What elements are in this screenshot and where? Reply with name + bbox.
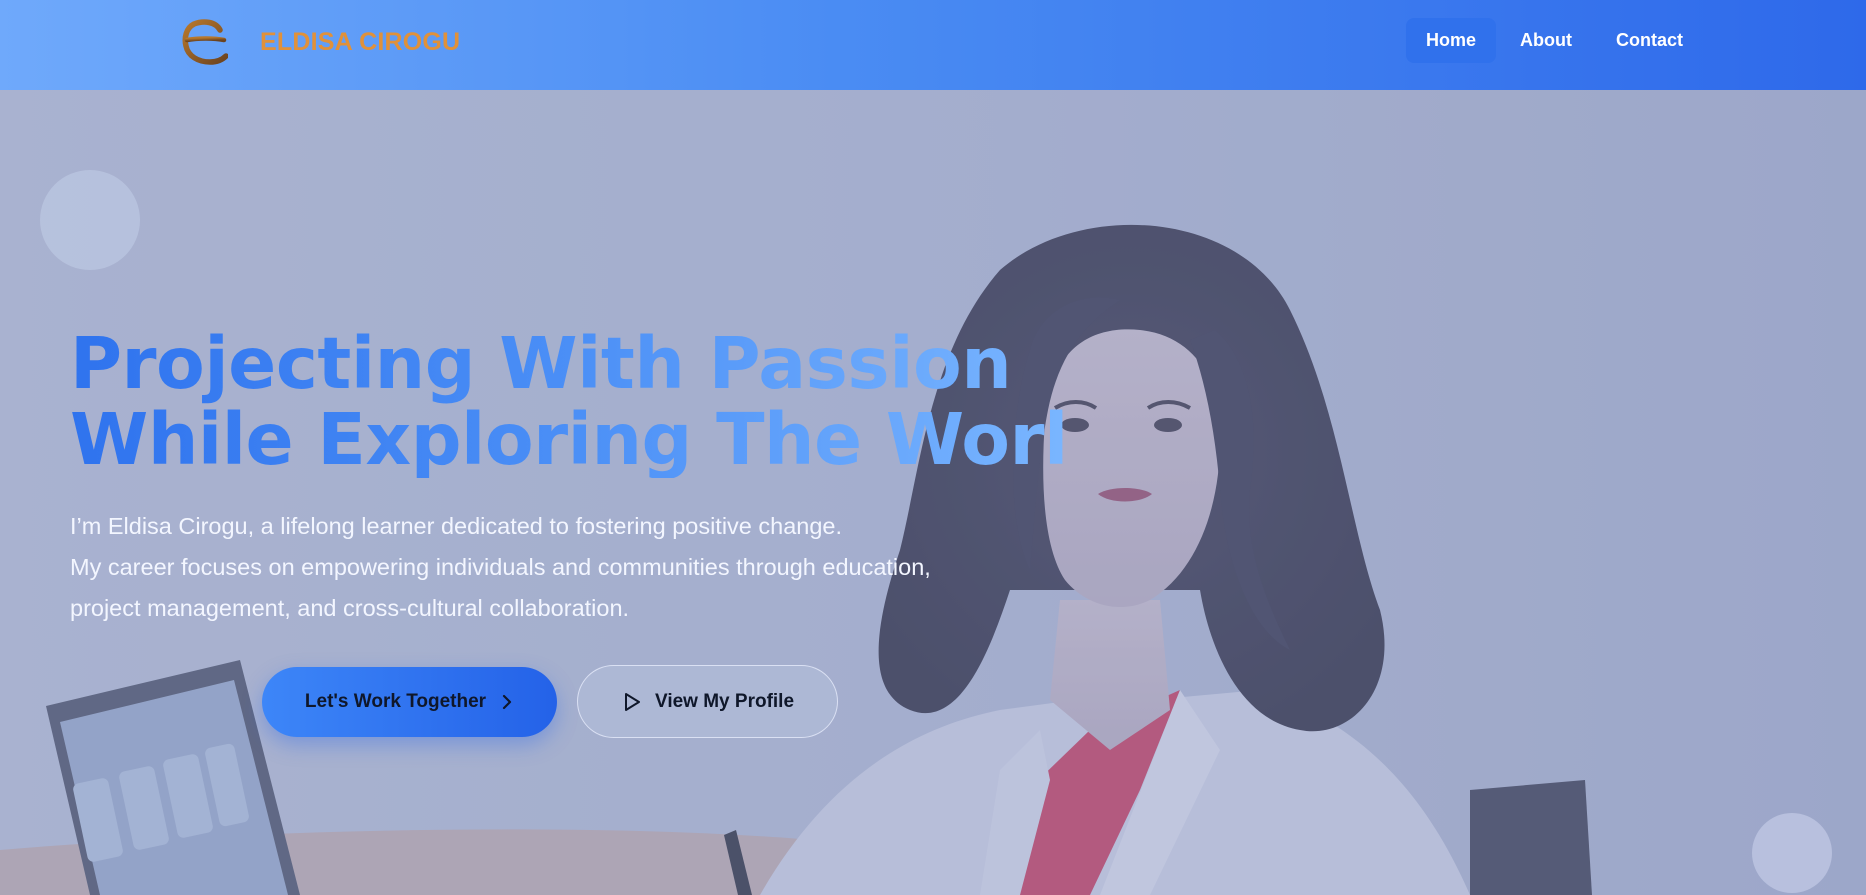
view-profile-button[interactable]: View My Profile	[577, 665, 838, 738]
brand-name: ELDISA CIROGU	[260, 27, 461, 56]
intro-line: I’m Eldisa Cirogu, a lifelong learner de…	[70, 513, 843, 539]
play-icon	[624, 692, 640, 711]
nav-about[interactable]: About	[1500, 18, 1592, 63]
work-together-label: Let's Work Together	[304, 691, 487, 712]
brand-link[interactable]: ELDISA CIROGU	[180, 16, 460, 68]
nav-contact[interactable]: Contact	[1596, 18, 1703, 63]
hero-section: Projecting With Passion While Exploring …	[0, 90, 1866, 895]
decorative-circle	[1752, 813, 1832, 893]
chevron-right-icon	[502, 694, 512, 710]
hero-headline: Projecting With Passion While Exploring …	[70, 326, 1070, 478]
decorative-circle	[40, 170, 140, 270]
hero-intro: I’m Eldisa Cirogu, a lifelong learner de…	[70, 506, 1030, 629]
headline-line: While Exploring The World	[70, 398, 1119, 481]
intro-line: project management, and cross-cultural c…	[70, 595, 630, 621]
brand-logo-icon	[182, 19, 228, 65]
site-header: ELDISA CIROGU Home About Contact	[0, 0, 1866, 90]
nav-home[interactable]: Home	[1406, 18, 1497, 63]
headline-line: Projecting With Passion	[70, 322, 1012, 405]
intro-line: My career focuses on empowering individu…	[70, 554, 931, 580]
hero-overlay	[0, 90, 1866, 895]
view-profile-label: View My Profile	[654, 690, 795, 712]
work-together-button[interactable]: Let's Work Together	[262, 667, 557, 737]
main-nav: Home About Contact	[1406, 18, 1703, 63]
